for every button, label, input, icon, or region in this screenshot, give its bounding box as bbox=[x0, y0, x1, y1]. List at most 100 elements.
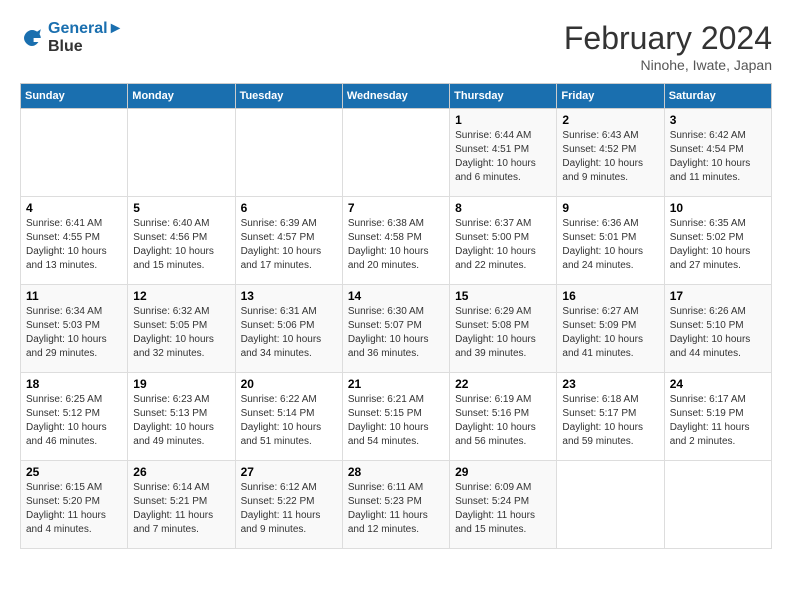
location-subtitle: Ninohe, Iwate, Japan bbox=[564, 57, 772, 73]
day-number: 17 bbox=[670, 289, 766, 303]
day-number: 9 bbox=[562, 201, 658, 215]
day-number: 24 bbox=[670, 377, 766, 391]
day-info: Sunrise: 6:29 AM Sunset: 5:08 PM Dayligh… bbox=[455, 305, 551, 361]
calendar-cell: 26 Sunrise: 6:14 AM Sunset: 5:21 PM Dayli… bbox=[128, 461, 235, 549]
calendar-cell: 6 Sunrise: 6:39 AM Sunset: 4:57 PM Daylig… bbox=[235, 197, 342, 285]
day-number: 8 bbox=[455, 201, 551, 215]
day-number: 3 bbox=[670, 113, 766, 127]
weekday-header-saturday: Saturday bbox=[664, 84, 771, 109]
day-info: Sunrise: 6:32 AM Sunset: 5:05 PM Dayligh… bbox=[133, 305, 229, 361]
day-info: Sunrise: 6:44 AM Sunset: 4:51 PM Dayligh… bbox=[455, 129, 551, 185]
day-info: Sunrise: 6:25 AM Sunset: 5:12 PM Dayligh… bbox=[26, 393, 122, 449]
week-row-4: 18 Sunrise: 6:25 AM Sunset: 5:12 PM Dayli… bbox=[21, 373, 772, 461]
calendar-cell: 20Sunrise: 6:22 AM Sunset: 5:14 PM Dayli… bbox=[235, 373, 342, 461]
day-number: 6 bbox=[241, 201, 337, 215]
day-info: Sunrise: 6:15 AM Sunset: 5:20 PM Dayligh… bbox=[26, 481, 122, 537]
day-number: 27 bbox=[241, 465, 337, 479]
day-info: Sunrise: 6:17 AM Sunset: 5:19 PM Dayligh… bbox=[670, 393, 766, 449]
week-row-5: 25 Sunrise: 6:15 AM Sunset: 5:20 PM Dayli… bbox=[21, 461, 772, 549]
calendar-cell bbox=[21, 109, 128, 197]
calendar-cell bbox=[557, 461, 664, 549]
calendar-cell: 29 Sunrise: 6:09 AM Sunset: 5:24 PM Dayli… bbox=[450, 461, 557, 549]
day-number: 26 bbox=[133, 465, 229, 479]
calendar-cell: 21 Sunrise: 6:21 AM Sunset: 5:15 PM Dayli… bbox=[342, 373, 449, 461]
calendar-table: SundayMondayTuesdayWednesdayThursdayFrid… bbox=[20, 83, 772, 549]
weekday-header-tuesday: Tuesday bbox=[235, 84, 342, 109]
day-info: Sunrise: 6:30 AM Sunset: 5:07 PM Dayligh… bbox=[348, 305, 444, 361]
weekday-header-monday: Monday bbox=[128, 84, 235, 109]
calendar-cell bbox=[235, 109, 342, 197]
calendar-cell bbox=[664, 461, 771, 549]
calendar-cell: 28Sunrise: 6:11 AM Sunset: 5:23 PM Dayli… bbox=[342, 461, 449, 549]
day-info: Sunrise: 6:43 AM Sunset: 4:52 PM Dayligh… bbox=[562, 129, 658, 185]
day-info: Sunrise: 6:36 AM Sunset: 5:01 PM Dayligh… bbox=[562, 217, 658, 273]
calendar-cell: 11 Sunrise: 6:34 AM Sunset: 5:03 PM Dayli… bbox=[21, 285, 128, 373]
week-row-2: 4Sunrise: 6:41 AM Sunset: 4:55 PM Daylig… bbox=[21, 197, 772, 285]
day-info: Sunrise: 6:39 AM Sunset: 4:57 PM Dayligh… bbox=[241, 217, 337, 273]
day-info: Sunrise: 6:19 AM Sunset: 5:16 PM Dayligh… bbox=[455, 393, 551, 449]
day-number: 16 bbox=[562, 289, 658, 303]
day-info: Sunrise: 6:14 AM Sunset: 5:21 PM Dayligh… bbox=[133, 481, 229, 537]
calendar-cell: 23 Sunrise: 6:18 AM Sunset: 5:17 PM Dayli… bbox=[557, 373, 664, 461]
calendar-cell: 1 Sunrise: 6:44 AM Sunset: 4:51 PM Daylig… bbox=[450, 109, 557, 197]
day-number: 18 bbox=[26, 377, 122, 391]
day-info: Sunrise: 6:35 AM Sunset: 5:02 PM Dayligh… bbox=[670, 217, 766, 273]
calendar-cell: 25 Sunrise: 6:15 AM Sunset: 5:20 PM Dayli… bbox=[21, 461, 128, 549]
day-number: 2 bbox=[562, 113, 658, 127]
weekday-header-wednesday: Wednesday bbox=[342, 84, 449, 109]
calendar-cell bbox=[342, 109, 449, 197]
day-info: Sunrise: 6:41 AM Sunset: 4:55 PM Dayligh… bbox=[26, 217, 122, 273]
day-number: 13 bbox=[241, 289, 337, 303]
day-info: Sunrise: 6:26 AM Sunset: 5:10 PM Dayligh… bbox=[670, 305, 766, 361]
page-header: General► Blue February 2024 Ninohe, Iwat… bbox=[20, 20, 772, 73]
day-info: Sunrise: 6:40 AM Sunset: 4:56 PM Dayligh… bbox=[133, 217, 229, 273]
day-info: Sunrise: 6:18 AM Sunset: 5:17 PM Dayligh… bbox=[562, 393, 658, 449]
weekday-header-thursday: Thursday bbox=[450, 84, 557, 109]
day-number: 15 bbox=[455, 289, 551, 303]
calendar-cell: 13 Sunrise: 6:31 AM Sunset: 5:06 PM Dayli… bbox=[235, 285, 342, 373]
day-number: 10 bbox=[670, 201, 766, 215]
calendar-cell: 19Sunrise: 6:23 AM Sunset: 5:13 PM Dayli… bbox=[128, 373, 235, 461]
calendar-cell: 17 Sunrise: 6:26 AM Sunset: 5:10 PM Dayli… bbox=[664, 285, 771, 373]
title-block: February 2024 Ninohe, Iwate, Japan bbox=[564, 20, 772, 73]
week-row-3: 11 Sunrise: 6:34 AM Sunset: 5:03 PM Dayli… bbox=[21, 285, 772, 373]
day-number: 1 bbox=[455, 113, 551, 127]
day-info: Sunrise: 6:34 AM Sunset: 5:03 PM Dayligh… bbox=[26, 305, 122, 361]
month-title: February 2024 bbox=[564, 20, 772, 57]
day-number: 14 bbox=[348, 289, 444, 303]
day-number: 25 bbox=[26, 465, 122, 479]
calendar-cell: 4Sunrise: 6:41 AM Sunset: 4:55 PM Daylig… bbox=[21, 197, 128, 285]
calendar-cell: 18 Sunrise: 6:25 AM Sunset: 5:12 PM Dayli… bbox=[21, 373, 128, 461]
day-number: 5 bbox=[133, 201, 229, 215]
day-info: Sunrise: 6:21 AM Sunset: 5:15 PM Dayligh… bbox=[348, 393, 444, 449]
weekday-header-friday: Friday bbox=[557, 84, 664, 109]
day-info: Sunrise: 6:27 AM Sunset: 5:09 PM Dayligh… bbox=[562, 305, 658, 361]
day-info: Sunrise: 6:31 AM Sunset: 5:06 PM Dayligh… bbox=[241, 305, 337, 361]
day-info: Sunrise: 6:12 AM Sunset: 5:22 PM Dayligh… bbox=[241, 481, 337, 537]
calendar-cell: 5 Sunrise: 6:40 AM Sunset: 4:56 PM Daylig… bbox=[128, 197, 235, 285]
calendar-cell: 22 Sunrise: 6:19 AM Sunset: 5:16 PM Dayli… bbox=[450, 373, 557, 461]
calendar-cell: 14 Sunrise: 6:30 AM Sunset: 5:07 PM Dayli… bbox=[342, 285, 449, 373]
calendar-cell: 15 Sunrise: 6:29 AM Sunset: 5:08 PM Dayli… bbox=[450, 285, 557, 373]
logo-icon bbox=[20, 26, 44, 50]
day-number: 28 bbox=[348, 465, 444, 479]
day-number: 29 bbox=[455, 465, 551, 479]
calendar-cell: 27 Sunrise: 6:12 AM Sunset: 5:22 PM Dayli… bbox=[235, 461, 342, 549]
day-number: 19 bbox=[133, 377, 229, 391]
day-number: 7 bbox=[348, 201, 444, 215]
logo: General► Blue bbox=[20, 20, 123, 56]
day-number: 11 bbox=[26, 289, 122, 303]
day-number: 22 bbox=[455, 377, 551, 391]
day-number: 12 bbox=[133, 289, 229, 303]
calendar-cell bbox=[128, 109, 235, 197]
day-number: 21 bbox=[348, 377, 444, 391]
calendar-cell: 3 Sunrise: 6:42 AM Sunset: 4:54 PM Daylig… bbox=[664, 109, 771, 197]
day-number: 23 bbox=[562, 377, 658, 391]
calendar-cell: 10 Sunrise: 6:35 AM Sunset: 5:02 PM Dayli… bbox=[664, 197, 771, 285]
calendar-cell: 7Sunrise: 6:38 AM Sunset: 4:58 PM Daylig… bbox=[342, 197, 449, 285]
day-info: Sunrise: 6:42 AM Sunset: 4:54 PM Dayligh… bbox=[670, 129, 766, 185]
calendar-cell: 8Sunrise: 6:37 AM Sunset: 5:00 PM Daylig… bbox=[450, 197, 557, 285]
day-info: Sunrise: 6:09 AM Sunset: 5:24 PM Dayligh… bbox=[455, 481, 551, 537]
logo-text: General► Blue bbox=[48, 20, 123, 56]
weekday-header-sunday: Sunday bbox=[21, 84, 128, 109]
